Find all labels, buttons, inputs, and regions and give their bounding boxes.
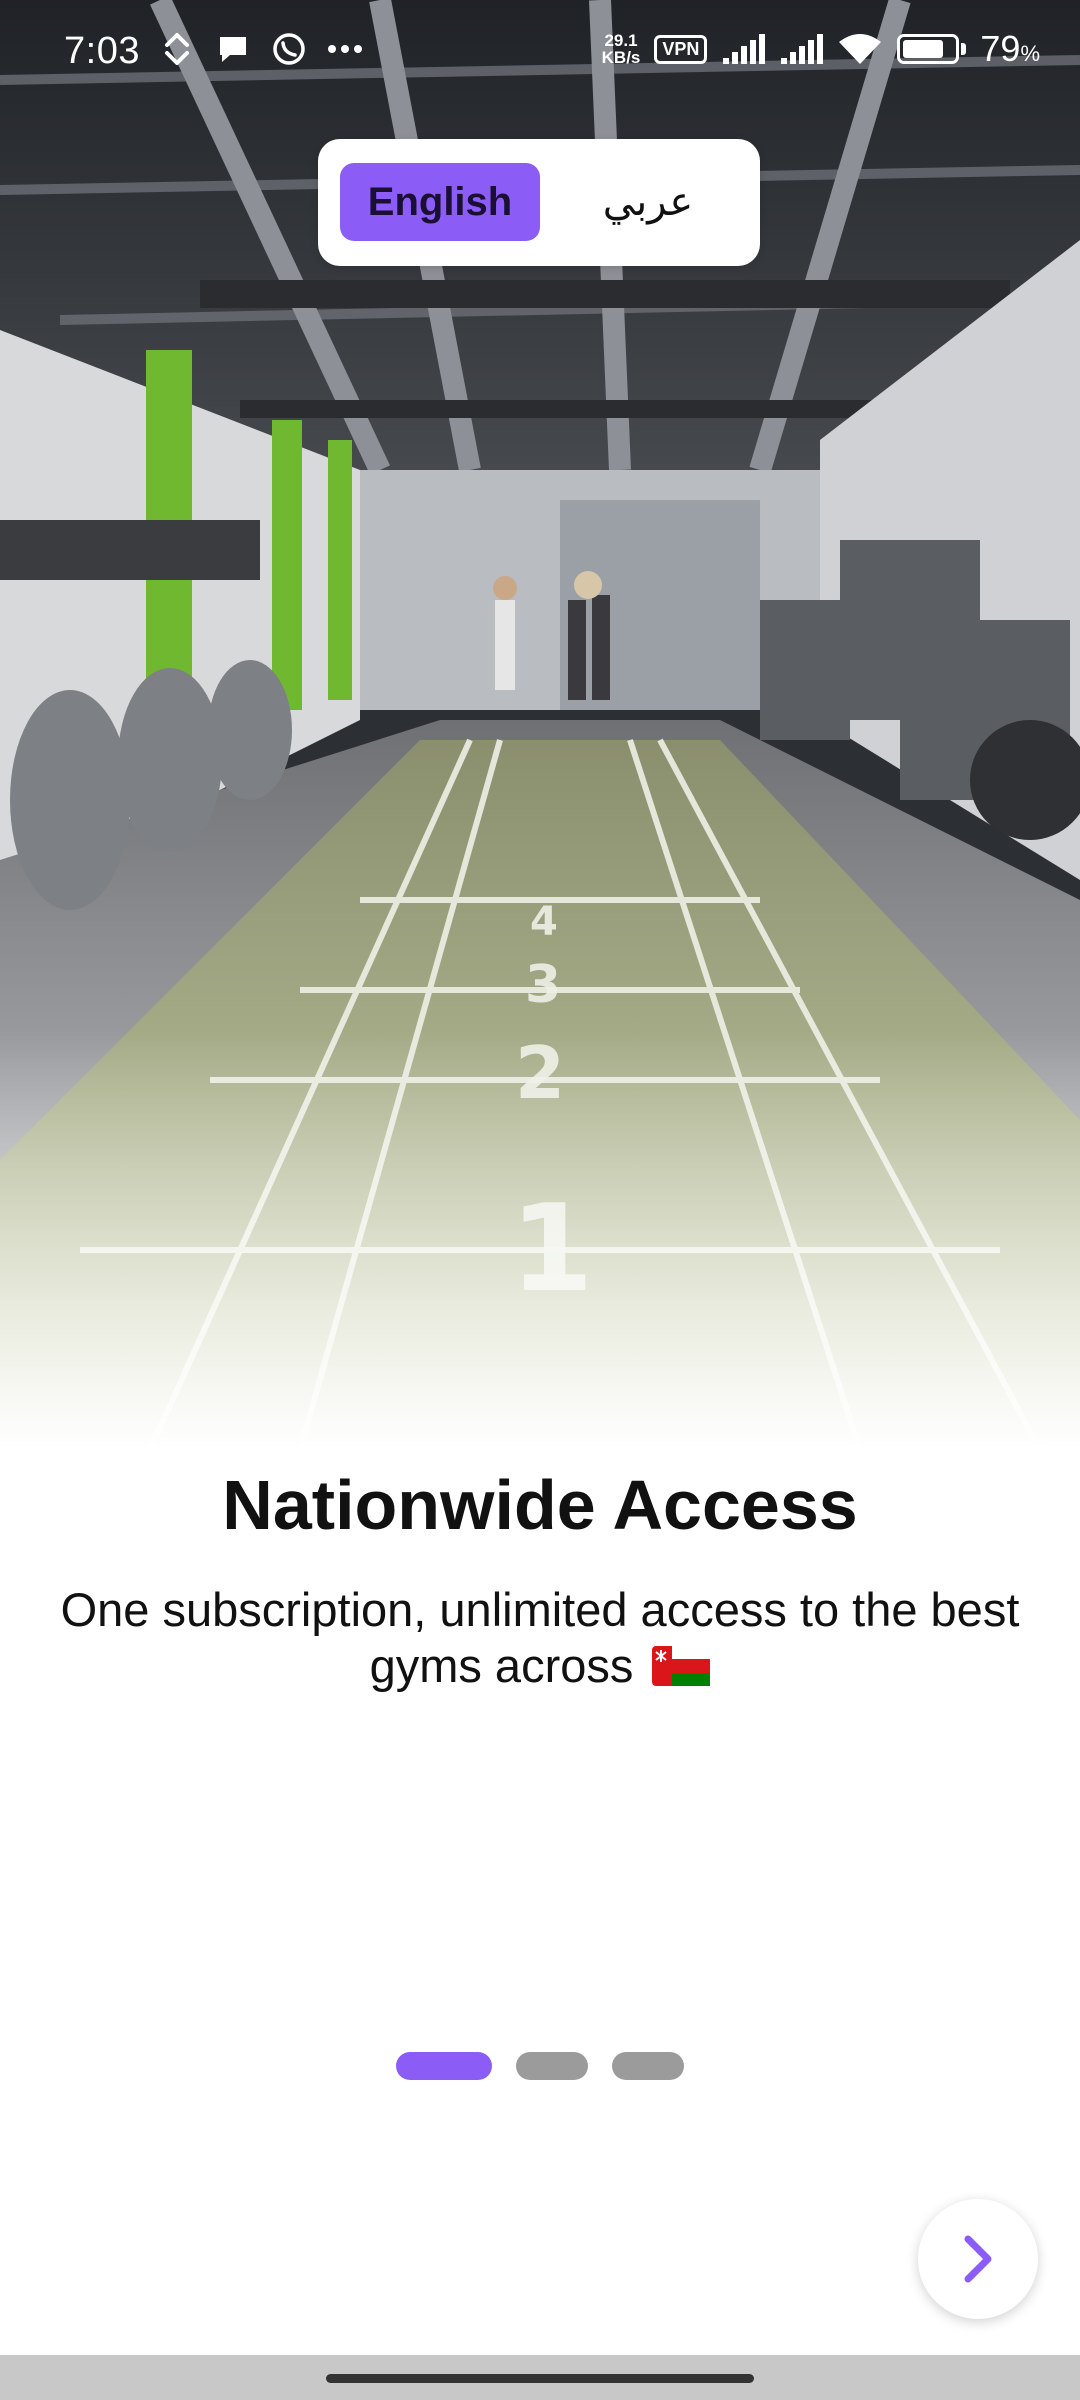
network-speed-value: 29.1 <box>604 31 638 50</box>
network-speed: 29.1 KB/s <box>602 32 641 66</box>
battery-percent: 79% <box>980 28 1040 70</box>
page-dot-1[interactable] <box>396 2052 492 2080</box>
system-nav-bar <box>0 2355 1080 2400</box>
battery-fill <box>903 40 943 58</box>
system-status-icons: 29.1 KB/s VPN 79% <box>602 28 1040 70</box>
vpn-badge: VPN <box>654 34 708 64</box>
slide-description-text: One subscription, unlimited access to th… <box>60 1583 1020 1692</box>
battery-percent-sign: % <box>1020 41 1040 66</box>
status-bar: 7:03 29.1 KB/s VPN 79% <box>0 0 1080 104</box>
language-option-arabic[interactable]: عربي <box>558 163 738 241</box>
battery-percent-value: 79 <box>980 28 1021 69</box>
oman-flag-icon <box>652 1642 711 1686</box>
whatsapp-icon <box>270 30 308 68</box>
more-notifications-icon <box>326 30 364 68</box>
svg-text:4: 4 <box>530 899 558 945</box>
slide-title: Nationwide Access <box>222 1466 858 1544</box>
language-option-english[interactable]: English <box>340 163 540 241</box>
chat-bubble-icon <box>214 30 252 68</box>
language-switch: English عربي <box>318 139 760 266</box>
next-button[interactable] <box>918 2199 1038 2319</box>
home-indicator[interactable] <box>326 2374 754 2383</box>
page-dot-3[interactable] <box>612 2052 684 2080</box>
status-time: 7:03 <box>64 30 140 72</box>
slide-description: One subscription, unlimited access to th… <box>40 1582 1040 1694</box>
pagination-indicator <box>396 2052 684 2080</box>
page-dot-2[interactable] <box>516 2052 588 2080</box>
sync-arrows-icon <box>158 30 196 68</box>
svg-text:3: 3 <box>525 955 561 1015</box>
signal-strength-2-icon <box>779 30 824 68</box>
notification-icons <box>158 30 364 68</box>
signal-strength-icon <box>721 30 766 68</box>
wifi-icon <box>837 30 883 68</box>
network-speed-unit: KB/s <box>601 48 641 67</box>
hero-fade-overlay <box>0 1030 1080 1450</box>
battery-icon <box>897 34 967 64</box>
chevron-right-icon <box>964 2235 992 2283</box>
